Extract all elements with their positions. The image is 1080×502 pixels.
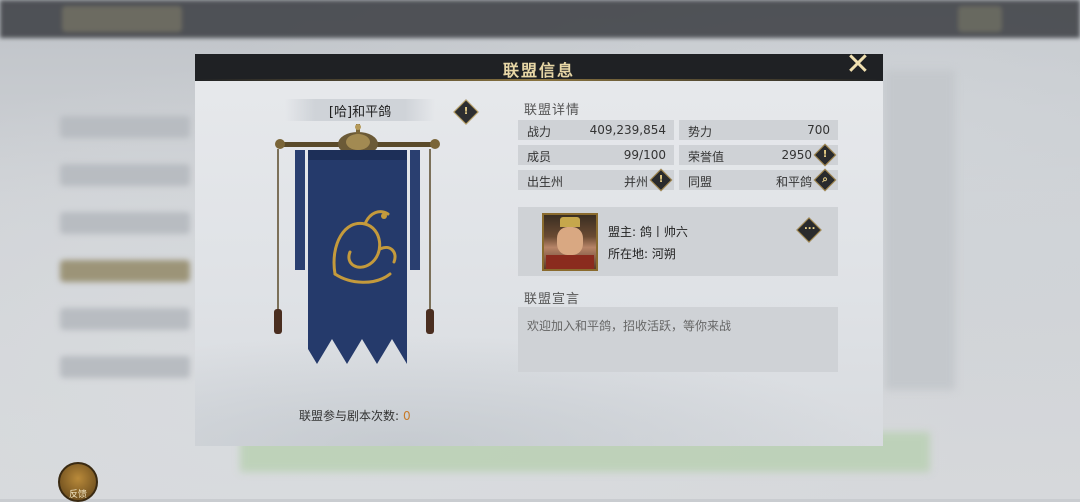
report-warning-icon[interactable]: !: [453, 99, 479, 125]
power-value: 409,239,854: [589, 123, 666, 137]
background-side-menu: [60, 90, 190, 390]
dialog-title-bar: 联盟信息: [195, 54, 883, 81]
ally-cell: 同盟 和平鸽 ⌕: [679, 168, 838, 192]
participation-count: 联盟参与剧本次数: 0: [299, 407, 411, 424]
leader-card: 盟主: 鸽丨帅六 所在地: 河朔 ···: [518, 207, 838, 276]
birth-state-value: 并州: [623, 175, 648, 189]
influence-cell: 势力 700: [679, 120, 838, 140]
influence-label: 势力: [688, 125, 713, 139]
background-top-bar: [0, 0, 1080, 38]
chat-more-icon[interactable]: ···: [796, 217, 822, 243]
background-right-panel: [885, 70, 955, 390]
members-value: 99/100: [623, 148, 666, 162]
feedback-badge-icon[interactable]: 反馈: [58, 462, 98, 502]
ally-search-icon[interactable]: ⌕: [813, 168, 837, 192]
honor-value: 2950: [781, 148, 812, 162]
birth-state-info-icon[interactable]: !: [649, 168, 673, 192]
influence-value: 700: [807, 123, 830, 137]
ally-value: 和平鸽: [775, 175, 812, 189]
birth-state-cell: 出生州 并州 !: [518, 168, 674, 192]
honor-label: 荣誉值: [688, 150, 725, 164]
feedback-badge-label: 反馈: [68, 490, 87, 500]
participation-label: 联盟参与剧本次数:: [299, 409, 400, 423]
declaration-box: 欢迎加入和平鸽，招收活跃，等你来战: [518, 307, 838, 372]
birth-state-label: 出生州: [527, 175, 564, 189]
participation-value: 0: [403, 409, 411, 423]
members-cell: 成员 99/100: [518, 145, 674, 165]
alliance-name: [哈]和平鸽: [328, 105, 392, 120]
power-label: 战力: [527, 125, 552, 139]
members-label: 成员: [527, 150, 552, 164]
honor-cell: 荣誉值 2950 !: [679, 143, 838, 167]
details-section-title: 联盟详情: [524, 103, 581, 118]
leader-avatar[interactable]: [542, 213, 598, 271]
leader-location: 所在地: 河朔: [608, 247, 676, 261]
close-icon[interactable]: ✕: [841, 48, 875, 82]
power-cell: 战力 409,239,854: [518, 120, 674, 140]
alliance-banner-flag: [274, 124, 440, 364]
alliance-name-plate: [哈]和平鸽: [285, 99, 435, 121]
leader-name: 盟主: 鸽丨帅六: [608, 225, 688, 239]
alliance-info-dialog: 联盟信息 ✕ [哈]和平鸽 ! 联盟参与剧本次数: 0 联盟详情 战力 409,…: [195, 48, 883, 446]
dialog-title: 联盟信息: [502, 61, 575, 80]
declaration-text: 欢迎加入和平鸽，招收活跃，等你来战: [527, 319, 732, 333]
honor-info-icon[interactable]: !: [813, 143, 837, 167]
declaration-section-title: 联盟宣言: [524, 292, 581, 307]
ally-label: 同盟: [688, 175, 713, 189]
